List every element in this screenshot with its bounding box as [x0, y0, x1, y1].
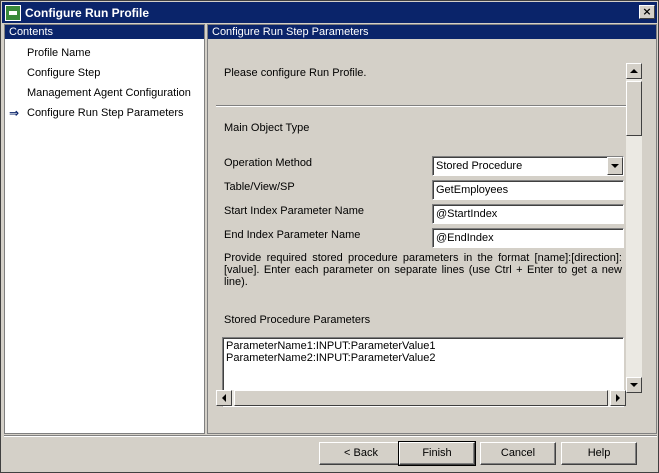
- start-index-label: Start Index Parameter Name: [224, 205, 365, 217]
- finish-button[interactable]: Finish: [398, 441, 476, 466]
- contents-pane: Contents Profile Name Configure Step Man…: [4, 24, 205, 434]
- parameters-content: Please configure Run Profile. Main Objec…: [216, 47, 626, 407]
- current-step-arrow-icon: ⇒: [9, 106, 20, 120]
- app-icon: [5, 4, 21, 21]
- nav-item-label: Configure Run Step Parameters: [27, 107, 184, 119]
- nav-item-profile-name[interactable]: Profile Name: [5, 43, 204, 63]
- cancel-button[interactable]: Cancel: [480, 442, 556, 465]
- horizontal-scroll-thumb[interactable]: [234, 390, 608, 406]
- footer-divider: [4, 435, 657, 437]
- back-button[interactable]: < Back: [319, 442, 403, 465]
- contents-list: Profile Name Configure Step Management A…: [5, 39, 204, 123]
- main-object-type-label: Main Object Type: [224, 122, 310, 134]
- close-icon[interactable]: ×: [639, 5, 655, 19]
- nav-item-label: Profile Name: [27, 47, 91, 59]
- table-view-sp-label: Table/View/SP: [224, 181, 295, 193]
- operation-method-label: Operation Method: [224, 157, 313, 169]
- nav-item-label: Management Agent Configuration: [27, 87, 191, 99]
- divider: [216, 105, 626, 107]
- nav-item-configure-step[interactable]: Configure Step: [5, 63, 204, 83]
- scroll-right-icon[interactable]: [610, 390, 626, 406]
- end-index-label: End Index Parameter Name: [224, 229, 361, 241]
- scroll-up-icon[interactable]: [626, 63, 642, 79]
- window-title: Configure Run Profile: [25, 5, 149, 20]
- stored-procedure-parameters-label: Stored Procedure Parameters: [224, 314, 371, 326]
- contents-header: Contents: [5, 25, 204, 39]
- end-index-input[interactable]: @EndIndex: [432, 228, 624, 248]
- table-view-sp-input[interactable]: GetEmployees: [432, 180, 624, 200]
- instructions-text: Provide required stored procedure parame…: [224, 252, 622, 288]
- parameters-pane: Configure Run Step Parameters Please con…: [207, 24, 657, 434]
- nav-item-configure-run-step-parameters[interactable]: ⇒ Configure Run Step Parameters: [5, 103, 204, 123]
- nav-item-label: Configure Step: [27, 67, 101, 79]
- operation-method-select[interactable]: Stored Procedure: [432, 156, 624, 176]
- parameter-line: ParameterName2:INPUT:ParameterValue2: [226, 352, 436, 364]
- parameter-line: ParameterName1:INPUT:ParameterValue1: [226, 340, 436, 352]
- title-bar[interactable]: Configure Run Profile ×: [2, 2, 657, 23]
- scroll-left-icon[interactable]: [216, 390, 232, 406]
- chevron-down-icon[interactable]: [607, 157, 623, 175]
- intro-text: Please configure Run Profile.: [224, 67, 367, 79]
- help-button[interactable]: Help: [561, 442, 637, 465]
- start-index-input[interactable]: @StartIndex: [432, 204, 624, 224]
- operation-method-value: Stored Procedure: [436, 160, 523, 172]
- nav-item-management-agent-configuration[interactable]: Management Agent Configuration: [5, 83, 204, 103]
- vertical-scroll-thumb[interactable]: [626, 81, 642, 136]
- horizontal-scrollbar[interactable]: [216, 390, 626, 406]
- vertical-scrollbar[interactable]: [626, 63, 642, 393]
- parameters-header: Configure Run Step Parameters: [208, 25, 656, 39]
- configure-run-profile-dialog: Configure Run Profile × Contents Profile…: [0, 0, 659, 473]
- scroll-down-icon[interactable]: [626, 377, 642, 393]
